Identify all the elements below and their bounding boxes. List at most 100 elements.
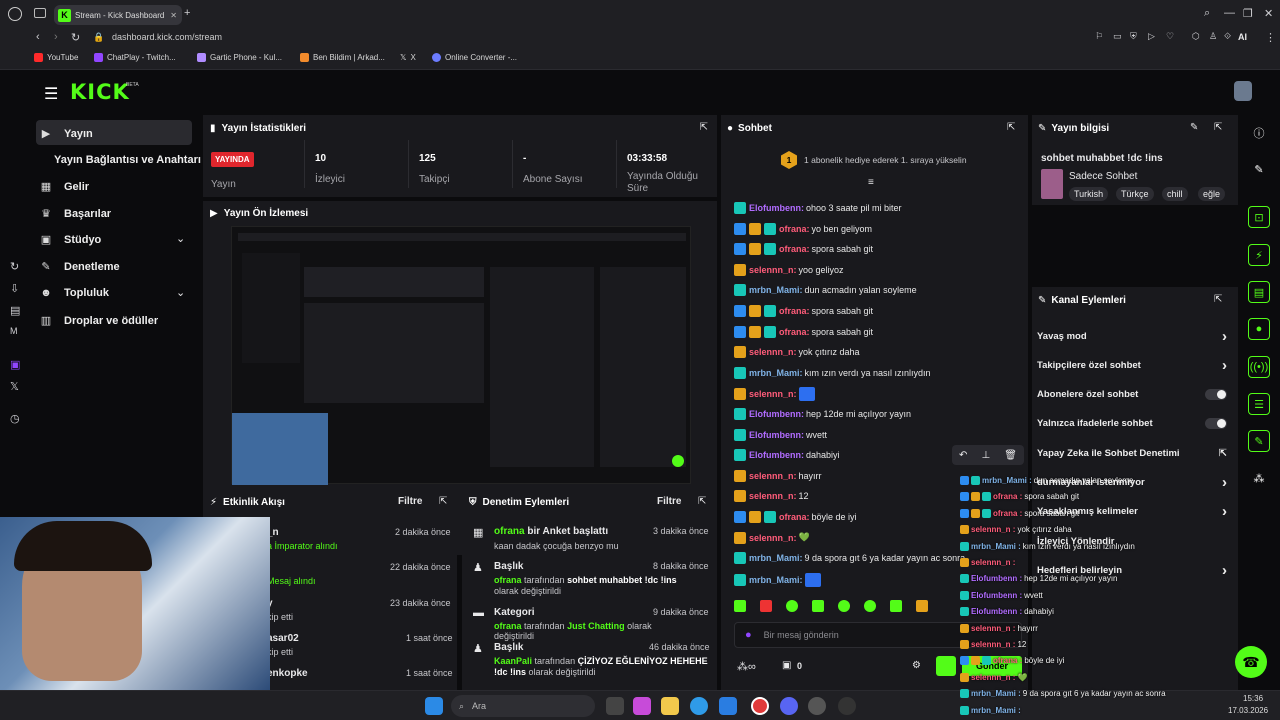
activity-filter-button[interactable]: Filtre bbox=[398, 496, 422, 507]
emote-icon[interactable] bbox=[812, 600, 824, 612]
history-icon[interactable]: ↻ bbox=[10, 260, 19, 273]
kick-logo[interactable]: KICK bbox=[70, 80, 130, 104]
reload-icon[interactable]: ↻ bbox=[71, 31, 80, 44]
chat-username[interactable]: Elofumbenn: bbox=[749, 203, 804, 213]
chevron-right-icon[interactable]: › bbox=[1222, 503, 1227, 520]
chat-username[interactable]: selennn_n: bbox=[749, 347, 797, 357]
moderation-popout-icon[interactable]: ⇱ bbox=[698, 496, 706, 507]
new-tab-icon[interactable]: + bbox=[184, 7, 190, 19]
chat-message[interactable]: ofrana: spora sabah git bbox=[734, 243, 873, 256]
tab-kick-dashboard[interactable]: K Stream - Kick Dashboard ✕ bbox=[54, 5, 182, 25]
chat-username[interactable]: mrbn_Mami: bbox=[749, 285, 803, 295]
chevron-right-icon[interactable]: › bbox=[1222, 328, 1227, 345]
channel-action-item[interactable]: Yapay Zeka ile Sohbet Denetimi ⇱ bbox=[1037, 445, 1227, 461]
sidebar-item-droplar[interactable]: ▥ Droplar ve ödüller bbox=[40, 314, 158, 328]
emote-icon[interactable] bbox=[916, 600, 928, 612]
emote-icon[interactable] bbox=[864, 600, 876, 612]
mic-icon[interactable]: ● bbox=[745, 629, 752, 641]
comment-icon[interactable]: ● bbox=[1248, 318, 1270, 340]
chat-username[interactable]: ofrana: bbox=[779, 244, 810, 254]
discord-icon[interactable] bbox=[780, 697, 798, 715]
emote-icon[interactable] bbox=[734, 600, 746, 612]
chat-message[interactable]: ofrana: böyle de iyi bbox=[734, 511, 857, 523]
downloads-icon[interactable]: ⇩ bbox=[10, 282, 19, 295]
opera-icon[interactable] bbox=[751, 697, 769, 715]
toggle-switch[interactable] bbox=[1205, 418, 1227, 430]
channel-action-item[interactable]: Abonelere özel sohbet bbox=[1037, 387, 1227, 403]
bookmark-converter[interactable]: Online Converter -... bbox=[432, 53, 517, 62]
browser-logo-icon[interactable] bbox=[8, 7, 22, 21]
moderation-filter-button[interactable]: Filtre bbox=[657, 496, 681, 507]
bookmark-benbildim[interactable]: Ben Bildim | Arkad... bbox=[300, 53, 385, 62]
chat-username[interactable]: mrbn_Mami: bbox=[749, 368, 803, 378]
url-field[interactable]: dashboard.kick.com/stream bbox=[112, 32, 222, 42]
sidebar-item-stream-key[interactable]: Yayın Bağlantısı ve Anahtarı bbox=[54, 154, 201, 166]
info-icon[interactable]: ⓘ bbox=[1248, 122, 1270, 144]
chat-message[interactable]: selennn_n: 💚 bbox=[734, 531, 810, 544]
activity-popout-icon[interactable]: ⇱ bbox=[439, 496, 447, 507]
emote-icon[interactable] bbox=[786, 600, 798, 612]
chat-message[interactable]: ofrana: yo ben geliyom bbox=[734, 222, 872, 235]
app-icon[interactable] bbox=[838, 697, 856, 715]
pin-icon[interactable]: ⊥ bbox=[981, 450, 990, 461]
forward-icon[interactable]: › bbox=[54, 31, 58, 43]
chat-message[interactable]: Elofumbenn: dahabiyi bbox=[734, 449, 840, 462]
bookmark-gartic[interactable]: Gartic Phone - Kul... bbox=[197, 53, 282, 62]
channel-action-item[interactable]: Yalnızca ifadelerle sohbet bbox=[1037, 416, 1227, 432]
channel-action-item[interactable]: Yasaklanmış kelimeler › bbox=[1037, 503, 1227, 520]
chat-message[interactable]: selennn_n: yoo geliyoz bbox=[734, 263, 844, 276]
menu-dots-icon[interactable]: ⋮ bbox=[1265, 31, 1276, 44]
chat-username[interactable]: Elofumbenn: bbox=[749, 409, 804, 419]
sidebar-item-denetleme[interactable]: ✎ Denetleme bbox=[40, 260, 119, 274]
channel-actions-popout-icon[interactable]: ⇱ bbox=[1214, 294, 1222, 305]
chat-message[interactable]: mrbn_Mami: kım ızın verdı ya nasıl ızınlı… bbox=[734, 366, 931, 379]
external-link-icon[interactable]: ⇱ bbox=[1219, 448, 1227, 459]
chat-message[interactable]: mrbn_Mami: bbox=[734, 572, 824, 587]
chat-username[interactable]: selennn_n: bbox=[749, 471, 797, 481]
chat-message[interactable]: Elofumbenn: hep 12de mi açılıyor yayın bbox=[734, 408, 911, 420]
chevron-right-icon[interactable]: › bbox=[1222, 474, 1227, 491]
ai-label[interactable]: AI bbox=[1238, 32, 1247, 42]
sidebar-item-yayin[interactable]: ▶ Yayın bbox=[40, 127, 93, 141]
popout-icon[interactable]: ⇱ bbox=[700, 122, 708, 133]
chat-message[interactable]: selennn_n: yok çıtırız daha bbox=[734, 346, 860, 359]
emote-icon[interactable] bbox=[760, 600, 772, 612]
broadcast-icon[interactable]: ((•)) bbox=[1248, 356, 1270, 378]
chat-username[interactable]: Elofumbenn: bbox=[749, 430, 804, 440]
heart-icon[interactable]: ♡ bbox=[1166, 31, 1174, 42]
chat-message[interactable]: mrbn_Mami: dun acmadın yalan soyleme bbox=[734, 284, 917, 297]
search-tabs-icon[interactable]: ⌕ bbox=[1204, 7, 1210, 20]
bookmark-chatplay[interactable]: ChatPlay - Twitch... bbox=[94, 53, 176, 62]
notes-icon[interactable]: ▤ bbox=[10, 304, 20, 317]
channel-action-item[interactable]: Yavaş mod › bbox=[1037, 328, 1227, 345]
tab-overview-icon[interactable] bbox=[34, 8, 46, 18]
play-icon[interactable]: ▷ bbox=[1148, 31, 1155, 42]
capture-icon[interactable]: ⊡ bbox=[1248, 206, 1270, 228]
windows-start-icon[interactable] bbox=[425, 697, 443, 715]
channel-action-item[interactable]: İzleyici Yönlendir bbox=[1037, 533, 1227, 549]
edit-icon[interactable]: ✎ bbox=[1190, 122, 1198, 133]
chat-message[interactable]: selennn_n: 12 bbox=[734, 490, 809, 503]
document-icon[interactable]: ▤ bbox=[1248, 281, 1270, 303]
topluluk-chevron-icon[interactable]: ⌄ bbox=[176, 286, 185, 299]
bookmark-x[interactable]: 𝕏X bbox=[400, 53, 416, 62]
chevron-right-icon[interactable]: › bbox=[1222, 562, 1227, 579]
toggle-switch[interactable] bbox=[1205, 389, 1227, 401]
chat-username[interactable]: mrbn_Mami: bbox=[749, 575, 803, 585]
avatar[interactable] bbox=[1234, 81, 1252, 101]
channel-action-item[interactable]: durmayanlar istenmiyor › bbox=[1037, 474, 1227, 491]
account-icon[interactable]: ♙ bbox=[1209, 31, 1217, 42]
x-sidebar-icon[interactable]: 𝕏 bbox=[10, 380, 19, 393]
file-explorer-icon[interactable] bbox=[661, 697, 679, 715]
chat-popout-icon[interactable]: ⇱ bbox=[1007, 122, 1015, 133]
taskbar-search[interactable]: ⌕ Ara bbox=[451, 695, 595, 717]
pencil-icon[interactable]: ✎ bbox=[1248, 158, 1270, 180]
hamburger-menu-icon[interactable]: ☰ bbox=[44, 84, 58, 104]
chat-settings-icon[interactable]: ⚙ bbox=[912, 660, 921, 671]
category-name[interactable]: Sadece Sohbet bbox=[1069, 171, 1137, 182]
stream-info-popout-icon[interactable]: ⇱ bbox=[1214, 122, 1222, 133]
sidebar-item-studyo[interactable]: ▣ Stüdyo bbox=[40, 233, 101, 247]
store-icon[interactable] bbox=[719, 697, 737, 715]
channel-action-item[interactable]: Hedefleri belirleyin › bbox=[1037, 562, 1227, 579]
twitch-icon[interactable]: ▣ bbox=[10, 358, 20, 371]
